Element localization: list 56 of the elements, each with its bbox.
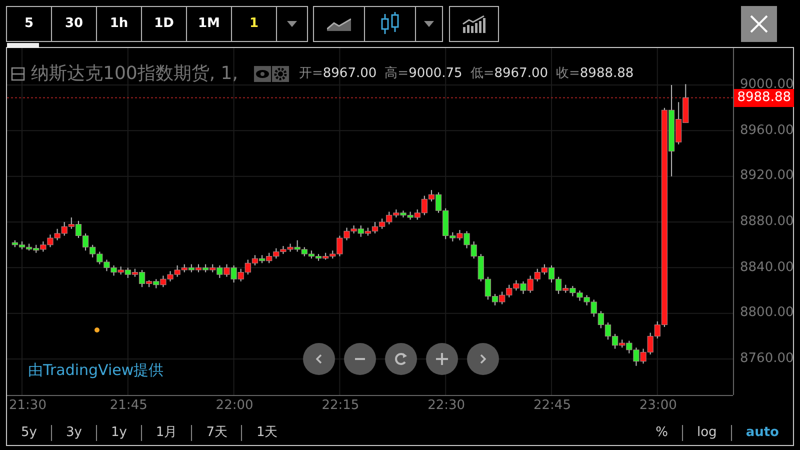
ohlc-value: 高=9000.75	[384, 64, 462, 83]
time-label: 21:30	[9, 399, 46, 412]
interval-button[interactable]: 5	[7, 7, 52, 41]
scroll-handle[interactable]	[7, 43, 39, 48]
interval-button[interactable]: 1M	[187, 7, 232, 41]
price-label: 8920.00	[740, 169, 794, 182]
ohlc-value: 开=8967.00	[298, 64, 377, 83]
price-label: 8760.00	[740, 352, 794, 366]
zoom-in-icon	[436, 353, 448, 365]
collapse-icon[interactable]	[11, 66, 25, 80]
price-label: 8840.00	[740, 260, 794, 274]
interval-button[interactable]: 30	[52, 7, 97, 41]
zoom-out-button[interactable]	[344, 343, 376, 375]
caret-icon	[424, 21, 434, 27]
price-label: 8800.00	[740, 306, 794, 320]
close-icon	[749, 14, 769, 34]
time-label: 23:00	[639, 399, 677, 412]
zoom-in-button[interactable]	[426, 343, 458, 375]
price-label: 8880.00	[740, 215, 794, 228]
chevron-right-button[interactable]	[467, 343, 499, 375]
scale-button[interactable]: auto	[732, 423, 793, 443]
caret-icon	[287, 21, 297, 27]
marker-dot	[94, 328, 100, 332]
reset-button[interactable]	[385, 343, 417, 375]
time-label: 22:45	[534, 399, 571, 412]
price-label: 8960.00	[740, 124, 794, 137]
gear-icon[interactable]	[272, 66, 289, 82]
range-button[interactable]: 3y	[52, 423, 96, 443]
ohlc-value: 收=8988.88	[556, 64, 634, 83]
close-button[interactable]	[741, 6, 777, 42]
symbol-title: 纳斯达克100指数期货, 1,	[31, 62, 238, 86]
interval-button[interactable]: 1	[232, 7, 277, 41]
last-price-label: 8988.88	[734, 88, 794, 107]
price-label: 9000.00	[740, 78, 794, 91]
eye-icon[interactable]	[254, 66, 271, 82]
bar-chart-icon	[462, 15, 486, 33]
chevron-right-icon	[480, 354, 486, 364]
range-button[interactable]: 1天	[242, 423, 292, 443]
attribution-text: 由TradingView提供	[28, 360, 164, 381]
range-button[interactable]: 1月	[142, 423, 192, 443]
indicators-button[interactable]	[449, 6, 499, 42]
chevron-left-icon	[316, 354, 322, 364]
time-label: 22:15	[322, 399, 360, 412]
scale-button[interactable]: log	[682, 423, 731, 443]
range-button[interactable]: 5y	[7, 423, 51, 443]
interval-button[interactable]: 1D	[142, 7, 187, 41]
chevron-left-button[interactable]	[303, 343, 335, 375]
time-label: 22:30	[428, 399, 466, 412]
range-button[interactable]: 1y	[96, 423, 141, 443]
scale-button[interactable]: %	[642, 423, 682, 443]
ohlc-value: 低=8967.00	[470, 64, 548, 83]
range-button[interactable]: 7天	[192, 423, 242, 443]
interval-button[interactable]: 1h	[97, 7, 142, 41]
reset-icon	[395, 353, 407, 365]
time-label: 21:45	[110, 399, 148, 412]
time-label: 22:00	[216, 399, 254, 412]
